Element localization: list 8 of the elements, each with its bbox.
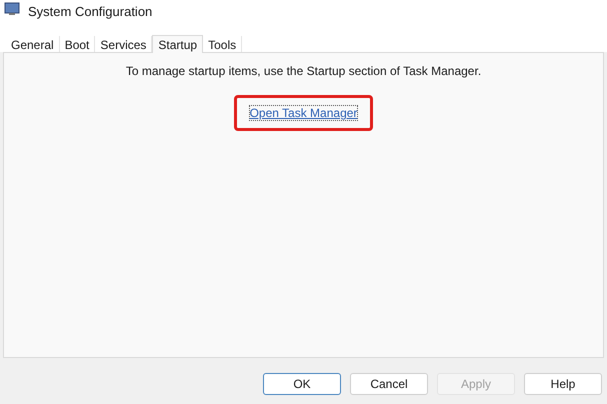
dialog-button[interactable]: OK xyxy=(263,373,341,395)
instruction-text: To manage startup items, use the Startup section of Task Manager. xyxy=(126,63,482,80)
app-icon xyxy=(4,2,20,16)
tab[interactable]: Startup xyxy=(152,35,204,53)
dialog-button[interactable]: Cancel xyxy=(350,373,428,395)
task-manager-link[interactable]: Open Task Manager xyxy=(248,105,358,121)
dialog-button[interactable]: Help xyxy=(524,373,602,395)
window-title: System Configuration xyxy=(28,3,152,21)
